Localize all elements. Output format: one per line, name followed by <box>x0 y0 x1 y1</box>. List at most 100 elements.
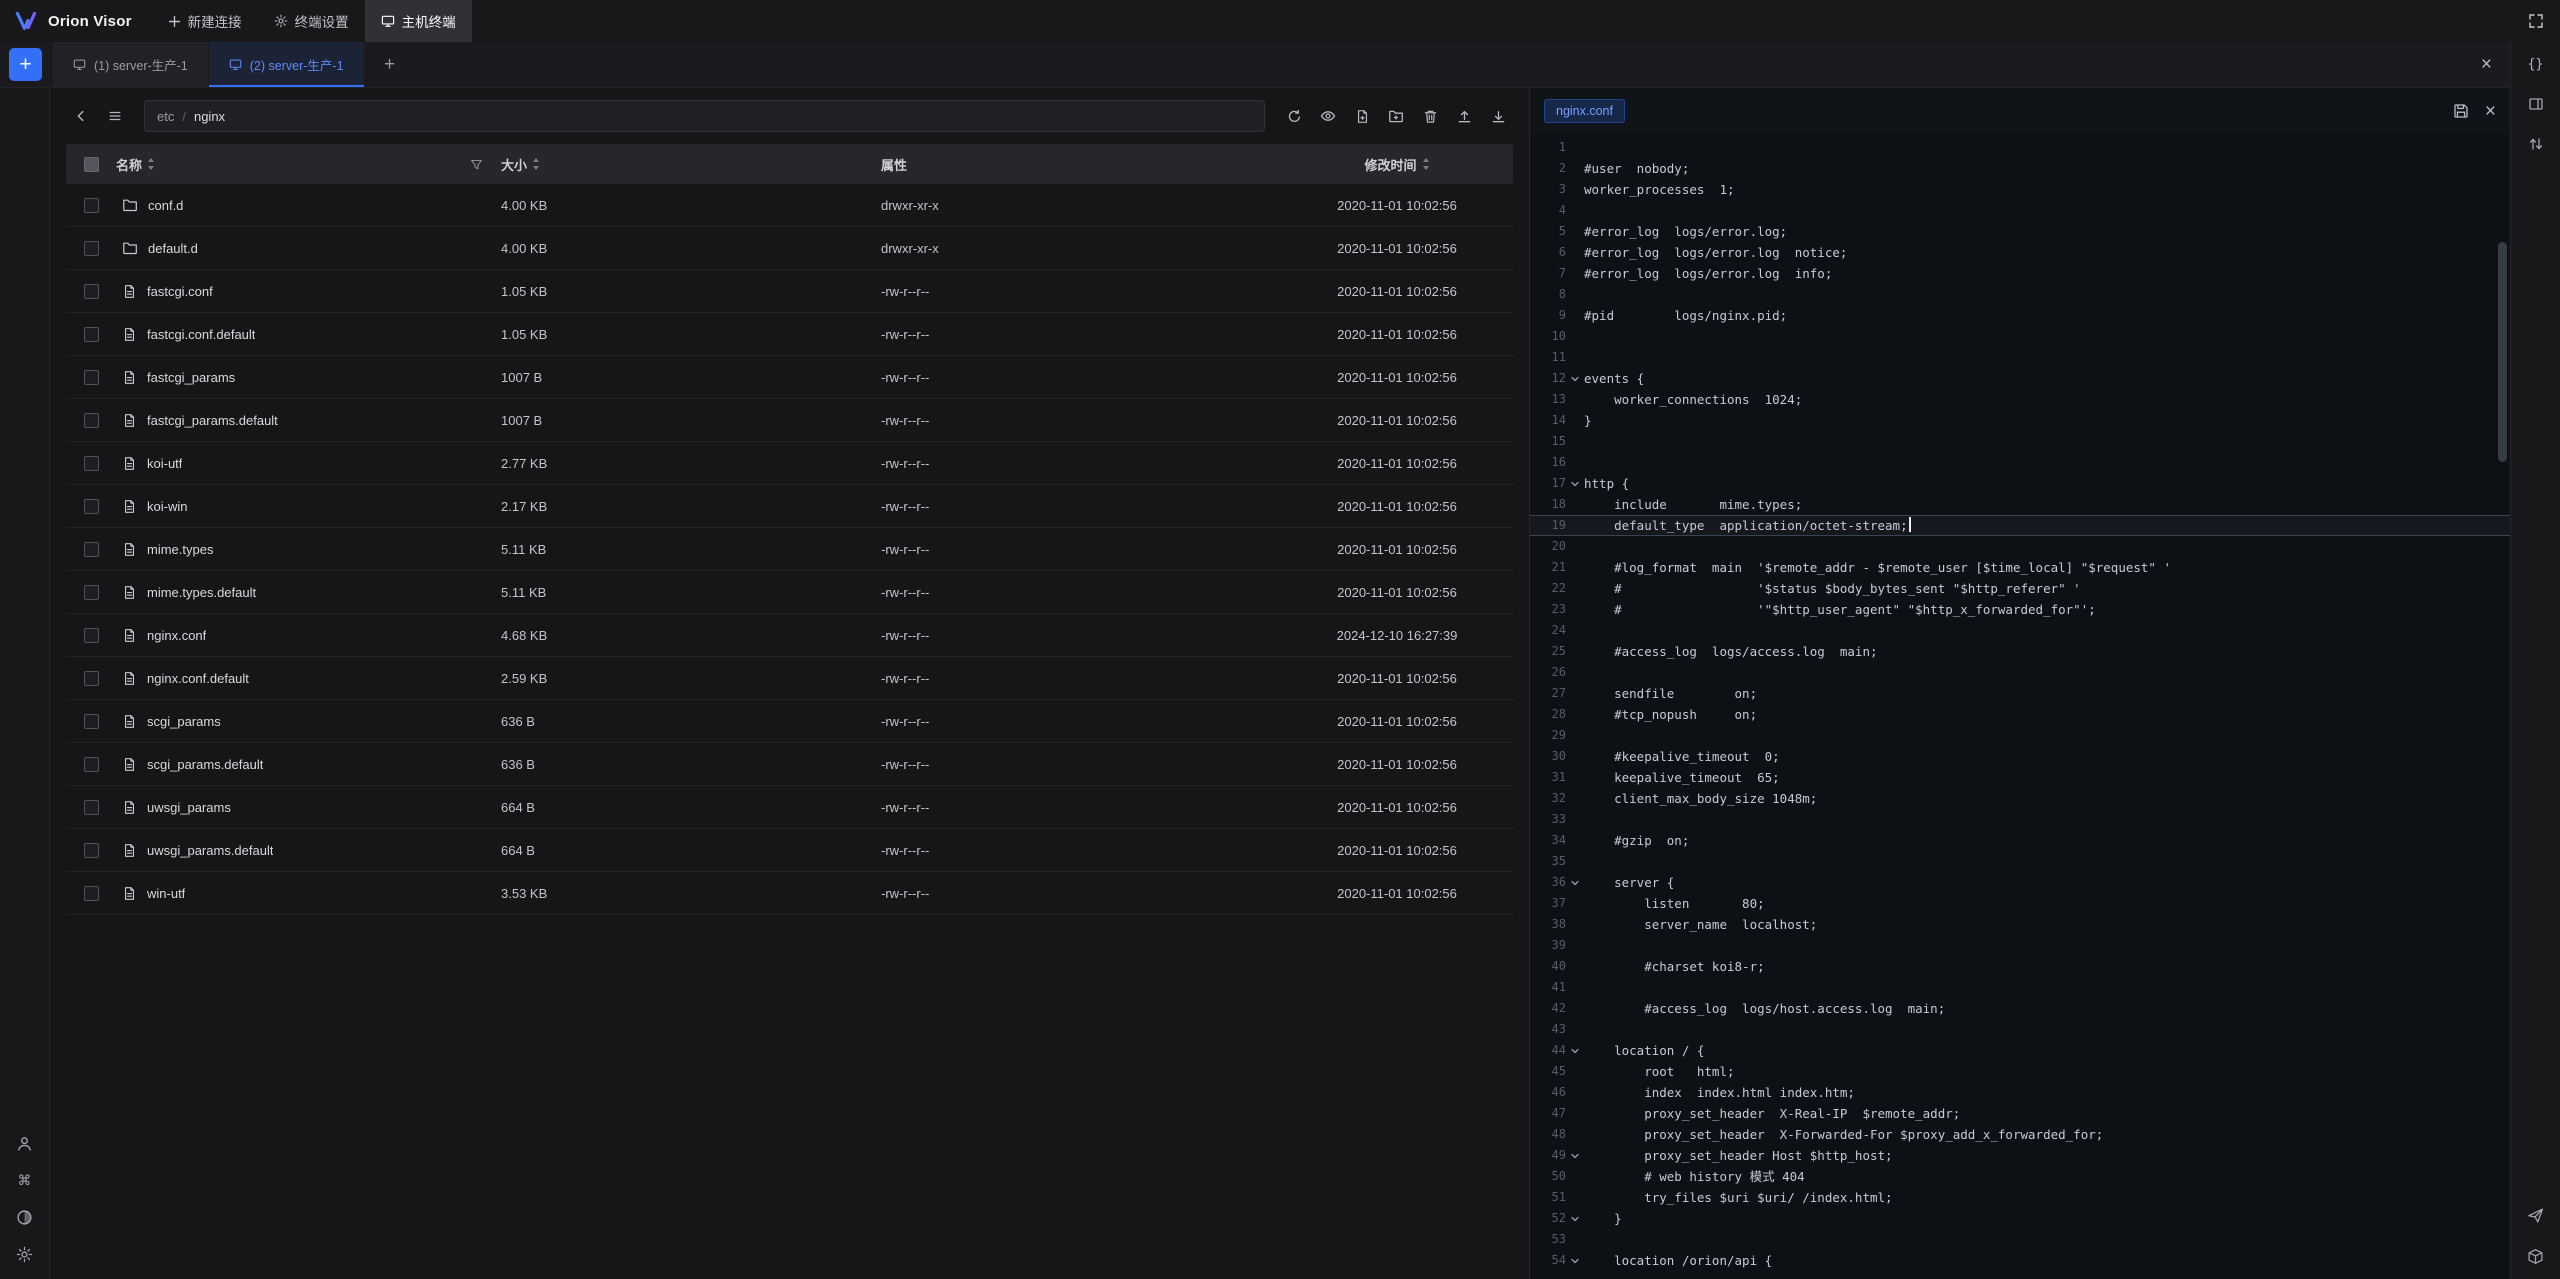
row-checkbox[interactable] <box>84 843 99 858</box>
code-line[interactable]: 53 <box>1530 1229 2510 1250</box>
table-row[interactable]: koi-win2.17 KB-rw-r--r--2020-11-01 10:02… <box>66 485 1513 528</box>
fold-chevron-icon[interactable] <box>1566 1208 1584 1229</box>
breadcrumb-parent[interactable]: etc <box>157 109 174 124</box>
row-checkbox[interactable] <box>84 671 99 686</box>
select-all-checkbox[interactable] <box>84 157 99 172</box>
table-row[interactable]: koi-utf2.77 KB-rw-r--r--2020-11-01 10:02… <box>66 442 1513 485</box>
column-header-attr[interactable]: 属性 <box>881 155 1281 174</box>
filter-funnel-icon[interactable] <box>470 158 483 171</box>
file-name[interactable]: scgi_params.default <box>147 757 263 772</box>
code-line[interactable]: 41 <box>1530 977 2510 998</box>
file-name[interactable]: uwsgi_params.default <box>147 843 273 858</box>
code-line[interactable]: 23 # '"$http_user_agent" "$http_x_forwar… <box>1530 599 2510 620</box>
delete-trash-icon[interactable] <box>1415 101 1445 131</box>
send-plane-icon[interactable] <box>2527 1207 2544 1224</box>
user-icon[interactable] <box>16 1135 33 1152</box>
code-line[interactable]: 16 <box>1530 452 2510 473</box>
refresh-icon[interactable] <box>1279 101 1309 131</box>
code-line[interactable]: 45 root html; <box>1530 1061 2510 1082</box>
open-file-tag[interactable]: nginx.conf <box>1544 99 1625 123</box>
download-icon[interactable] <box>1483 101 1513 131</box>
code-line[interactable]: 36 server { <box>1530 872 2510 893</box>
table-row[interactable]: fastcgi_params1007 B-rw-r--r--2020-11-01… <box>66 356 1513 399</box>
table-row[interactable]: conf.d4.00 KBdrwxr-xr-x2020-11-01 10:02:… <box>66 184 1513 227</box>
file-name[interactable]: default.d <box>148 241 198 256</box>
table-row[interactable]: nginx.conf4.68 KB-rw-r--r--2024-12-10 16… <box>66 614 1513 657</box>
sort-transfer-icon[interactable] <box>2528 136 2544 152</box>
code-line[interactable]: 10 <box>1530 326 2510 347</box>
breadcrumb[interactable]: etc / nginx <box>144 100 1265 132</box>
file-name[interactable]: mime.types <box>147 542 213 557</box>
fold-chevron-icon[interactable] <box>1566 1040 1584 1061</box>
code-editor[interactable]: 12#user nobody;3worker_processes 1;45#er… <box>1530 134 2510 1279</box>
file-name[interactable]: nginx.conf.default <box>147 671 249 686</box>
code-line[interactable]: 9#pid logs/nginx.pid; <box>1530 305 2510 326</box>
upload-icon[interactable] <box>1449 101 1479 131</box>
table-row[interactable]: win-utf3.53 KB-rw-r--r--2020-11-01 10:02… <box>66 872 1513 915</box>
nav-terminal-settings[interactable]: 终端设置 <box>258 0 365 42</box>
row-checkbox[interactable] <box>84 370 99 385</box>
file-name[interactable]: koi-win <box>147 499 187 514</box>
column-header-name[interactable]: 名称 <box>116 155 501 174</box>
code-line[interactable]: 38 server_name localhost; <box>1530 914 2510 935</box>
code-line[interactable]: 54 location /orion/api { <box>1530 1250 2510 1271</box>
row-checkbox[interactable] <box>84 628 99 643</box>
code-line[interactable]: 11 <box>1530 347 2510 368</box>
terminal-tab[interactable]: (2) server-生产-1 <box>209 42 365 87</box>
fold-chevron-icon[interactable] <box>1566 368 1584 389</box>
table-row[interactable]: default.d4.00 KBdrwxr-xr-x2020-11-01 10:… <box>66 227 1513 270</box>
code-line[interactable]: 30 #keepalive_timeout 0; <box>1530 746 2510 767</box>
sort-carets-icon[interactable] <box>1422 157 1430 171</box>
table-row[interactable]: fastcgi.conf1.05 KB-rw-r--r--2020-11-01 … <box>66 270 1513 313</box>
new-folder-icon[interactable] <box>1381 101 1411 131</box>
row-checkbox[interactable] <box>84 327 99 342</box>
table-row[interactable]: fastcgi.conf.default1.05 KB-rw-r--r--202… <box>66 313 1513 356</box>
table-row[interactable]: fastcgi_params.default1007 B-rw-r--r--20… <box>66 399 1513 442</box>
close-panel-icon[interactable]: × <box>2463 54 2510 76</box>
row-checkbox[interactable] <box>84 241 99 256</box>
code-line[interactable]: 40 #charset koi8-r; <box>1530 956 2510 977</box>
row-checkbox[interactable] <box>84 499 99 514</box>
file-name[interactable]: fastcgi.conf.default <box>147 327 255 342</box>
code-line[interactable]: 27 sendfile on; <box>1530 683 2510 704</box>
code-line[interactable]: 51 try_files $uri $uri/ /index.html; <box>1530 1187 2510 1208</box>
row-checkbox[interactable] <box>84 542 99 557</box>
table-row[interactable]: uwsgi_params664 B-rw-r--r--2020-11-01 10… <box>66 786 1513 829</box>
code-line[interactable]: 18 include mime.types; <box>1530 494 2510 515</box>
list-view-icon[interactable] <box>100 101 130 131</box>
code-line[interactable]: 22 # '$status $body_bytes_sent "$http_re… <box>1530 578 2510 599</box>
column-header-size[interactable]: 大小 <box>501 155 881 174</box>
column-header-mtime[interactable]: 修改时间 <box>1281 155 1513 174</box>
sort-carets-icon[interactable] <box>532 157 540 171</box>
panel-toggle-icon[interactable] <box>2528 96 2544 112</box>
code-line[interactable]: 39 <box>1530 935 2510 956</box>
code-line[interactable]: 44 location / { <box>1530 1040 2510 1061</box>
sort-carets-icon[interactable] <box>147 157 155 171</box>
fold-chevron-icon[interactable] <box>1566 872 1584 893</box>
code-line[interactable]: 5#error_log logs/error.log; <box>1530 221 2510 242</box>
row-checkbox[interactable] <box>84 198 99 213</box>
code-line[interactable]: 28 #tcp_nopush on; <box>1530 704 2510 725</box>
nav-host-terminal[interactable]: 主机终端 <box>365 0 472 42</box>
code-line[interactable]: 32 client_max_body_size 1048m; <box>1530 788 2510 809</box>
file-name[interactable]: conf.d <box>148 198 183 213</box>
table-row[interactable]: mime.types5.11 KB-rw-r--r--2020-11-01 10… <box>66 528 1513 571</box>
code-line[interactable]: 43 <box>1530 1019 2510 1040</box>
table-row[interactable]: uwsgi_params.default664 B-rw-r--r--2020-… <box>66 829 1513 872</box>
table-row[interactable]: scgi_params.default636 B-rw-r--r--2020-1… <box>66 743 1513 786</box>
close-editor-icon[interactable]: × <box>2485 102 2496 121</box>
command-icon[interactable]: ⌘ <box>18 1172 32 1189</box>
back-button[interactable] <box>66 101 96 131</box>
code-line[interactable]: 29 <box>1530 725 2510 746</box>
fold-chevron-icon[interactable] <box>1566 1250 1584 1271</box>
code-line[interactable]: 6#error_log logs/error.log notice; <box>1530 242 2510 263</box>
settings-gear-icon[interactable] <box>16 1246 33 1263</box>
code-line[interactable]: 37 listen 80; <box>1530 893 2510 914</box>
code-line[interactable]: 1 <box>1530 137 2510 158</box>
file-name[interactable]: fastcgi_params.default <box>147 413 278 428</box>
file-name[interactable]: fastcgi.conf <box>147 284 213 299</box>
file-name[interactable]: koi-utf <box>147 456 182 471</box>
row-checkbox[interactable] <box>84 714 99 729</box>
show-hidden-eye-icon[interactable] <box>1313 101 1343 131</box>
row-checkbox[interactable] <box>84 886 99 901</box>
